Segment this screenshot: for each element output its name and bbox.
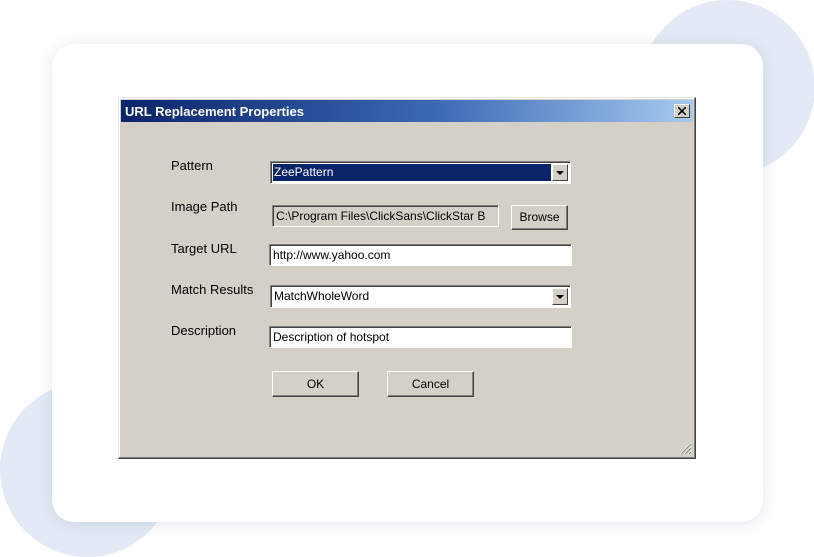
target-url-input[interactable]: http://www.yahoo.com xyxy=(269,244,572,266)
cancel-button-label: Cancel xyxy=(411,377,450,391)
description-input[interactable]: Description of hotspot xyxy=(269,326,572,348)
match-results-label: Match Results xyxy=(171,282,254,297)
pattern-select[interactable]: ZeePattern xyxy=(270,161,571,184)
browse-button[interactable]: Browse xyxy=(511,205,568,230)
ok-button-label: OK xyxy=(306,377,325,391)
chevron-down-icon xyxy=(556,171,564,175)
pattern-select-value: ZeePattern xyxy=(273,164,551,181)
resize-grip-icon[interactable] xyxy=(679,442,692,455)
url-replacement-dialog: URL Replacement Properties Pattern ZeePa… xyxy=(118,97,696,459)
chevron-down-icon xyxy=(556,295,564,299)
dialog-title: URL Replacement Properties xyxy=(125,104,304,119)
image-path-label: Image Path xyxy=(171,199,238,214)
target-url-value: http://www.yahoo.com xyxy=(273,248,391,262)
browse-button-label: Browse xyxy=(519,210,560,224)
cancel-button[interactable]: Cancel xyxy=(387,371,474,397)
pattern-dropdown-button[interactable] xyxy=(552,164,568,181)
match-results-select-value: MatchWholeWord xyxy=(274,289,370,303)
image-path-value: C:\Program Files\ClickSans\ClickStar B xyxy=(276,209,486,223)
description-label: Description xyxy=(171,323,237,338)
pattern-label: Pattern xyxy=(171,158,213,173)
image-path-field[interactable]: C:\Program Files\ClickSans\ClickStar B xyxy=(272,205,499,227)
close-button[interactable] xyxy=(674,104,690,118)
description-value: Description of hotspot xyxy=(273,330,390,344)
match-results-dropdown-button[interactable] xyxy=(552,288,568,305)
target-url-label: Target URL xyxy=(171,241,237,256)
match-results-select[interactable]: MatchWholeWord xyxy=(270,285,571,308)
close-x-icon xyxy=(678,107,686,115)
dialog-titlebar[interactable]: URL Replacement Properties xyxy=(121,100,693,122)
ok-button[interactable]: OK xyxy=(272,371,359,397)
